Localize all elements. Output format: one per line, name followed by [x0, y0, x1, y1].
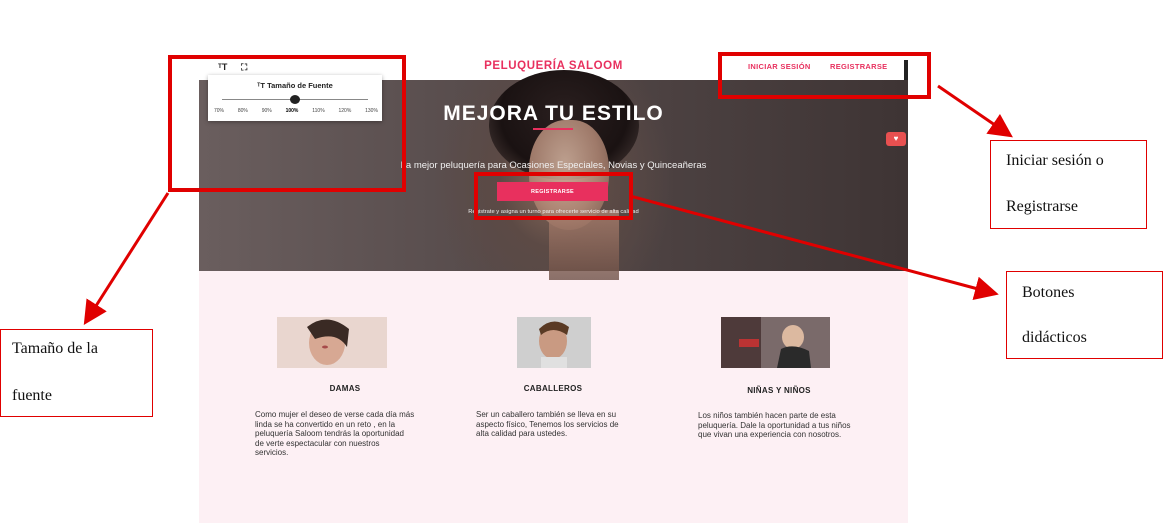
font-annotation-box: Tamaño de la fuente: [0, 329, 153, 417]
annotation-text: Iniciar sesión o: [1006, 152, 1104, 169]
annotation-text: Botones: [1022, 284, 1075, 301]
annotation-text: didácticos: [1022, 329, 1087, 346]
buttons-annotation-box: Botones didácticos: [1006, 271, 1163, 359]
annotation-arrows: [83, 84, 1013, 326]
annotation-text: Tamaño de la: [12, 340, 98, 357]
annotation-text: Registrarse: [1006, 198, 1078, 215]
login-annotation-box: Iniciar sesión o Registrarse: [990, 140, 1147, 229]
annotation-text: fuente: [12, 387, 52, 404]
